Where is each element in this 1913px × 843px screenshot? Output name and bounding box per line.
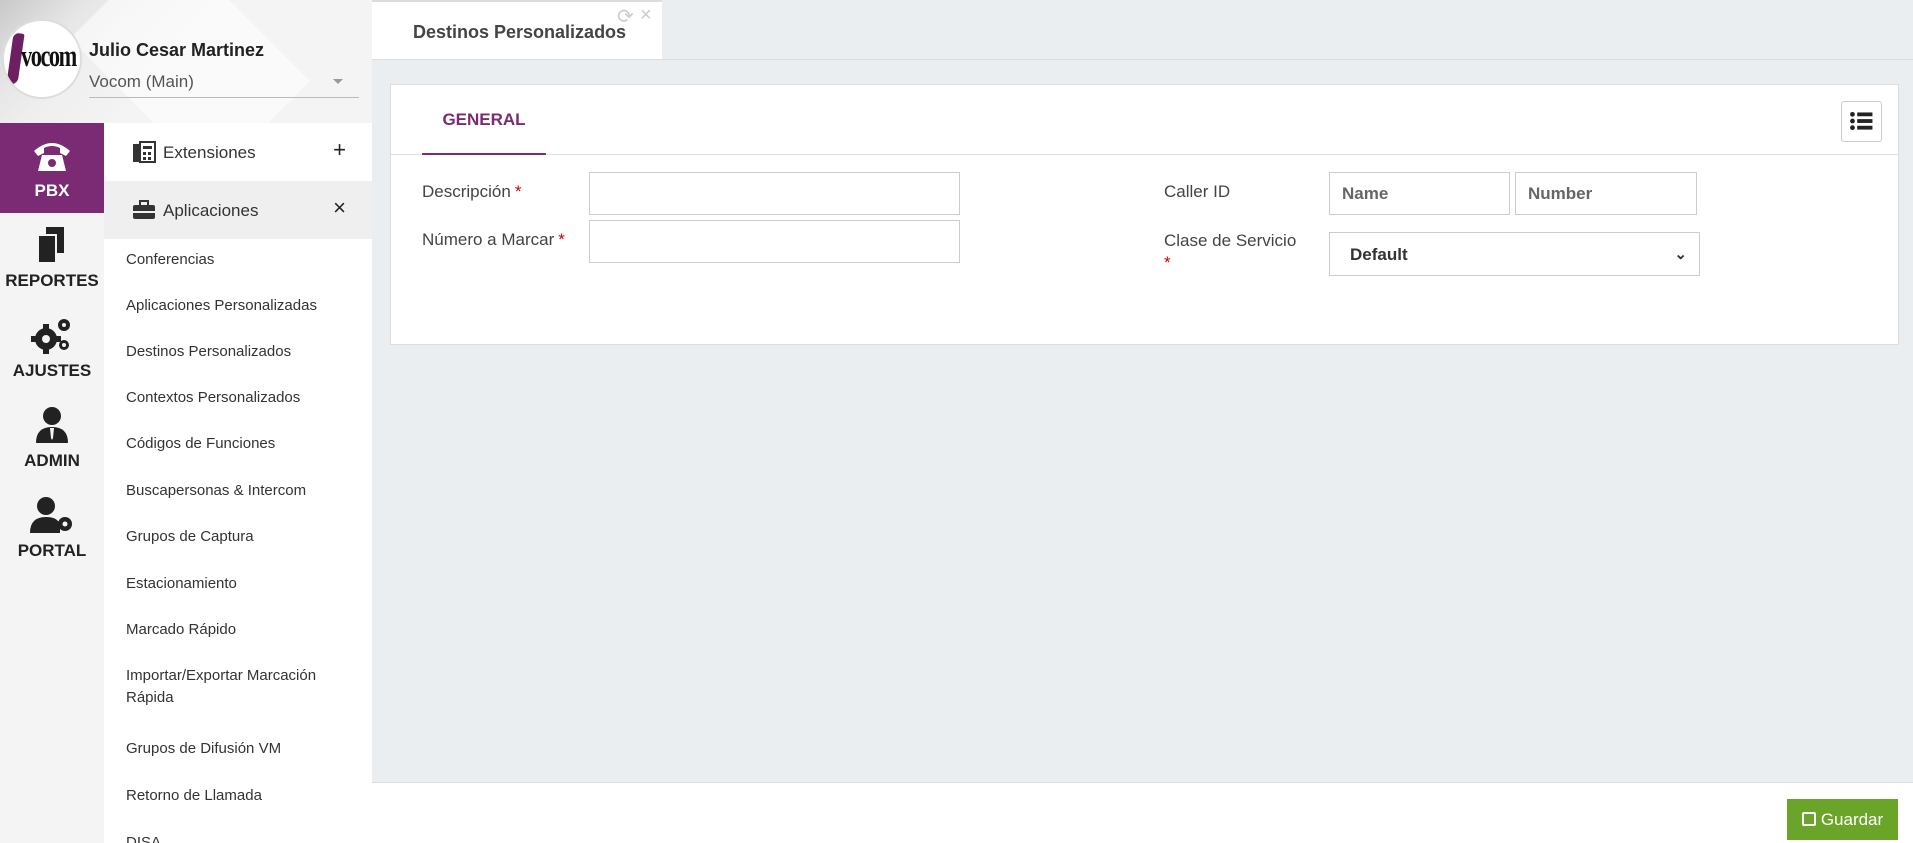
required-mark: * (558, 230, 565, 249)
menu-item-marcado-rapido[interactable]: Marcado Rápido (126, 619, 356, 641)
nav-portal-label: PORTAL (17, 541, 87, 560)
sidebar-header: vocom Julio Cesar Martinez Vocom (Main) (0, 0, 372, 123)
nav-pbx[interactable]: PBX (0, 123, 104, 213)
refresh-icon[interactable]: ⟳ (617, 4, 634, 29)
tab-title: Destinos Personalizados (413, 22, 627, 42)
menu-item-disa[interactable]: DISA (126, 832, 356, 843)
nav-admin[interactable]: ADMIN (0, 393, 104, 483)
numero-label: Número a Marcar * (422, 230, 565, 250)
list-icon (1850, 111, 1873, 131)
caret-down-icon (333, 79, 343, 84)
save-button-label: Guardar (1820, 810, 1884, 829)
numero-input[interactable] (589, 220, 960, 263)
footer-bar: Guardar (372, 782, 1913, 843)
nav-portal[interactable]: PORTAL (0, 483, 104, 573)
menu-item-grupos-de-captura[interactable]: Grupos de Captura (126, 526, 356, 548)
descripcion-input[interactable] (589, 172, 960, 215)
menu-item-importar-exportar[interactable]: Importar/Exportar Marcación Rápida (126, 665, 341, 709)
gears-icon (31, 319, 70, 354)
clase-select[interactable]: Default ⌄ (1329, 232, 1700, 276)
nav-pbx-label: PBX (34, 181, 70, 200)
collapse-close-icon[interactable]: × (333, 195, 346, 221)
menu-item-buscapersonas-intercom[interactable]: Buscapersonas & Intercom (126, 480, 356, 502)
nav-admin-label: ADMIN (24, 451, 80, 470)
nav-reportes[interactable]: REPORTES (0, 213, 104, 303)
tenant-label: Vocom (Main) (89, 72, 194, 91)
menu-item-retorno-de-llamada[interactable]: Retorno de Llamada (126, 785, 356, 807)
tab-general[interactable]: GENERAL (422, 85, 546, 155)
menu-item-aplicaciones-personalizadas[interactable]: Aplicaciones Personalizadas (126, 295, 356, 317)
documents-icon (37, 227, 64, 264)
form-tabs: GENERAL (391, 85, 1898, 155)
chevron-down-icon: ⌄ (1674, 246, 1687, 263)
form-card: GENERAL Descripción * Número a Marcar * Ca… (390, 84, 1899, 345)
submenu-panel: Extensiones + Aplicaciones × Conferencia… (104, 123, 372, 843)
company-logo[interactable]: vocom (2, 19, 82, 99)
menu-item-estacionamiento[interactable]: Estacionamiento (126, 573, 356, 595)
clase-label: Clase de Servicio * (1164, 230, 1314, 274)
fax-icon (133, 141, 156, 163)
callerid-name-input[interactable] (1329, 172, 1510, 215)
nav-ajustes[interactable]: AJUSTES (0, 303, 104, 393)
sidebar: vocom Julio Cesar Martinez Vocom (Main) … (0, 0, 372, 843)
tab-destinos-personalizados[interactable]: Destinos Personalizados ⟳ × (372, 0, 662, 59)
nav-reportes-label: REPORTES (5, 271, 99, 290)
menu-item-grupos-difusion-vm[interactable]: Grupos de Difusión VM (126, 738, 356, 760)
menu-aplicaciones[interactable]: Aplicaciones × (104, 181, 372, 239)
descripcion-label-text: Descripción (422, 182, 511, 201)
save-icon (1801, 812, 1816, 826)
menu-extensiones[interactable]: Extensiones + (104, 123, 372, 181)
list-view-button[interactable] (1841, 101, 1882, 142)
menu-aplicaciones-label: Aplicaciones (163, 201, 259, 220)
main-nav-rail: PBX REPORTES AJUSTES ADMIN PORTAL (0, 123, 104, 843)
required-mark: * (1164, 253, 1171, 272)
required-mark: * (514, 182, 522, 201)
nav-ajustes-label: AJUSTES (12, 361, 92, 380)
clase-label-text: Clase de Servicio (1164, 231, 1297, 250)
clase-select-value: Default (1350, 245, 1408, 264)
callerid-label: Caller ID (1164, 182, 1231, 201)
tenant-dropdown[interactable]: Vocom (Main) (89, 70, 359, 98)
user-name: Julio Cesar Martinez (89, 40, 265, 60)
admin-user-icon (36, 407, 68, 443)
save-button[interactable]: Guardar (1787, 799, 1898, 840)
phone-icon (34, 143, 70, 171)
close-icon[interactable]: × (640, 4, 652, 27)
toolbox-icon (133, 200, 155, 219)
numero-label-text: Número a Marcar (422, 230, 555, 249)
callerid-number-input[interactable] (1515, 172, 1697, 215)
menu-item-codigos-de-funciones[interactable]: Códigos de Funciones (126, 433, 356, 455)
menu-item-destinos-personalizados[interactable]: Destinos Personalizados (126, 341, 356, 363)
menu-item-contextos-personalizados[interactable]: Contextos Personalizados (126, 387, 356, 409)
menu-item-conferencias[interactable]: Conferencias (126, 249, 356, 271)
expand-plus-icon[interactable]: + (333, 137, 346, 163)
tab-bar: Destinos Personalizados ⟳ × (372, 0, 1913, 60)
user-gear-icon (30, 497, 72, 533)
logo-text: vocom (21, 38, 77, 73)
descripcion-label: Descripción * (422, 182, 521, 202)
menu-extensiones-label: Extensiones (163, 143, 256, 162)
